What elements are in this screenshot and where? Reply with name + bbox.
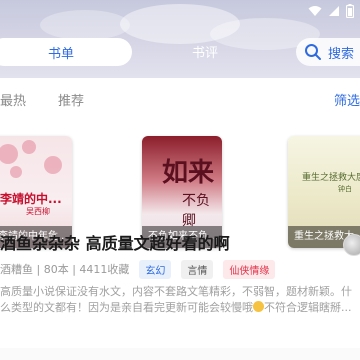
post-excerpt: 高质量小说保证没有水文，内容不套路文笔精彩，不弱智，题材新颖。什 么类型的文都有… <box>0 284 360 316</box>
tag-badge[interactable]: 仙侠情缘 <box>223 259 276 279</box>
post-title[interactable]: 酒鱼杂杂杂 高质量文超好看的啊 <box>0 230 340 254</box>
tab-review[interactable]: 书评 <box>192 42 218 61</box>
excerpt-line: 么类型的文都有！因为是亲自看完更新可能会较慢哦 不符合逻辑瞎掰... <box>0 300 360 316</box>
tag-badge[interactable]: 玄幻 <box>139 259 172 279</box>
tab-book-list-label: 书单 <box>47 46 74 62</box>
tab-book-list[interactable]: 书单 <box>0 38 132 66</box>
blossom-decoration <box>10 166 22 178</box>
book-cover-title: 如来 <box>162 158 215 188</box>
search-icon <box>305 44 321 60</box>
book-cover-title: 重生之拯救大唐计划 <box>302 173 360 183</box>
wifi-icon <box>308 6 322 16</box>
header-banner: 书单 书评 搜索 <box>0 0 360 78</box>
book-cover-author: 钟白 <box>338 185 352 193</box>
battery-icon <box>346 4 354 18</box>
avatar[interactable] <box>343 234 360 256</box>
book-cover-title: 李靖的中... <box>0 192 62 206</box>
search-label: 搜索 <box>328 46 355 62</box>
signal-icon <box>329 6 339 16</box>
book-cover-author: 吴西柳 <box>26 207 50 216</box>
excerpt-line: 高质量小说保证没有水文，内容不套路文笔精彩，不弱智，题材新颖。什 <box>0 285 352 298</box>
filter-button[interactable]: 筛选 <box>334 90 360 109</box>
search-button[interactable]: 搜索 <box>296 38 360 66</box>
filter-recommend[interactable]: 推荐 <box>58 90 84 109</box>
blossom-decoration <box>44 156 62 174</box>
tab-review-label: 书评 <box>192 46 219 61</box>
bottom-bar <box>0 348 360 360</box>
tag-badge[interactable]: 言情 <box>181 259 214 279</box>
post-meta-text: 酒糟鱼 | 80本 | 4411收藏 <box>0 263 130 276</box>
blossom-decoration <box>22 140 36 154</box>
excerpt-text: 不符合逻辑瞎掰... <box>264 301 352 314</box>
status-bar <box>308 3 354 19</box>
cloud-decoration <box>40 10 130 40</box>
excerpt-text: 么类型的文都有！因为是亲自看完更新可能会较慢哦 <box>0 301 253 314</box>
post-meta: 酒糟鱼 | 80本 | 4411收藏 玄幻 言情 仙侠情缘 <box>0 259 276 279</box>
filter-hot[interactable]: 最热 <box>0 90 26 109</box>
filter-row: 最热 推荐 筛选 <box>0 90 360 110</box>
book-cover-subtitle: 不负卿 <box>182 193 210 229</box>
blossom-decoration <box>0 144 18 164</box>
grin-emoji-icon <box>253 301 264 312</box>
